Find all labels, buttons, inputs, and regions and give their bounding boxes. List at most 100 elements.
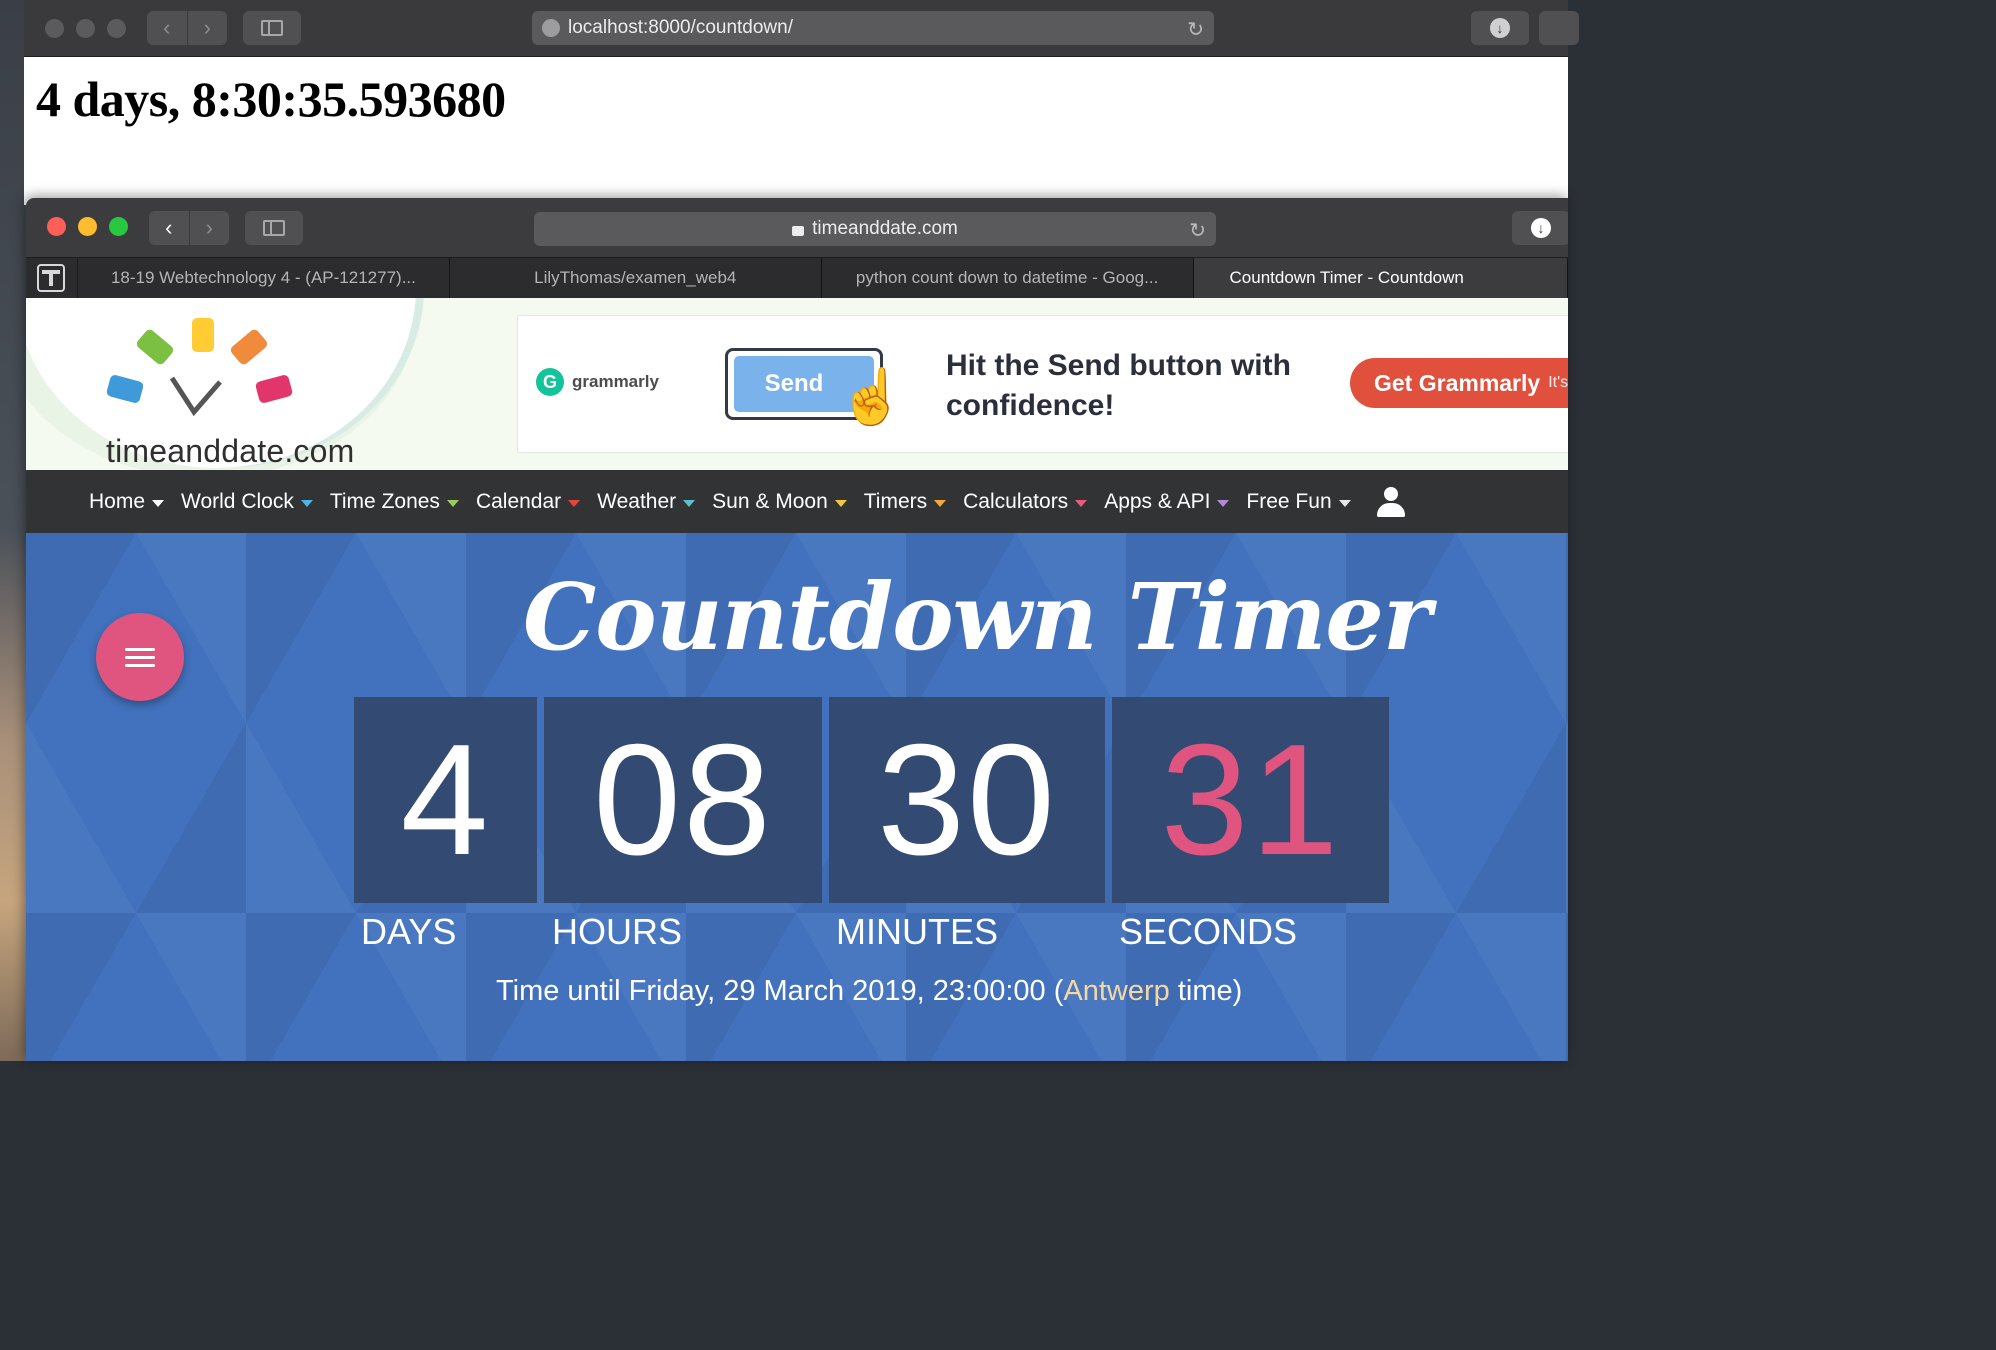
- ad-cta-label: Get Grammarly: [1374, 369, 1541, 396]
- sidebar-toggle-button[interactable]: [243, 11, 301, 45]
- logo-tile-green: [134, 327, 176, 367]
- user-account-icon[interactable]: [1376, 486, 1406, 517]
- nav-weather[interactable]: Weather: [597, 490, 696, 514]
- forward-arrow-icon[interactable]: ›: [188, 211, 230, 245]
- nav-calendar[interactable]: Calendar: [476, 490, 581, 514]
- tab-webtechnology[interactable]: 18-19 Webtechnology 4 - (AP-121277)...: [78, 258, 450, 298]
- nav-label: Free Fun: [1246, 489, 1332, 513]
- hours-counter: 08: [544, 697, 822, 903]
- hamburger-icon-line: [125, 655, 155, 659]
- logo-tile-orange: [228, 327, 270, 367]
- until-suffix: time): [1169, 975, 1243, 1007]
- chevron-down-icon: [683, 499, 696, 507]
- back-forward-buttons: ‹ ›: [147, 11, 227, 45]
- chevron-down-icon: [1075, 499, 1088, 507]
- tab-google-search[interactable]: python count down to datetime - Goog...: [822, 258, 1194, 298]
- ad-cta-suffix: It's: [1548, 374, 1568, 391]
- minutes-counter: 30: [829, 697, 1105, 903]
- back-arrow-icon[interactable]: ‹: [147, 11, 187, 45]
- nav-label: Apps & API: [1104, 489, 1211, 513]
- nav-timers[interactable]: Timers: [863, 489, 947, 514]
- nav-label: Sun & Moon: [712, 489, 828, 513]
- back-browser-window: ‹ › localhost:8000/countdown/ ↻ ↓ 4 days…: [24, 0, 1579, 205]
- site-logo[interactable]: timeanddate.com: [86, 310, 406, 469]
- sidebar-icon: [263, 220, 285, 236]
- nav-calculators[interactable]: Calculators: [963, 490, 1088, 514]
- nav-time-zones[interactable]: Time Zones: [330, 490, 459, 514]
- tab-bar: 18-19 Webtechnology 4 - (AP-121277)... L…: [26, 257, 1568, 298]
- logo-tile-blue: [105, 373, 145, 405]
- close-icon[interactable]: [45, 19, 64, 38]
- download-icon: ↓: [1490, 18, 1510, 38]
- days-counter: 4: [354, 697, 537, 903]
- target-time-text: Time until Friday, 29 March 2019, 23:00:…: [496, 975, 1242, 1008]
- chevron-down-icon: [834, 499, 847, 507]
- address-bar[interactable]: timeanddate.com ↻: [534, 212, 1216, 246]
- reload-icon[interactable]: ↻: [1187, 17, 1204, 42]
- menu-fab-button[interactable]: [96, 613, 184, 701]
- main-nav: Home World Clock Time Zones Calendar Wea…: [26, 470, 1568, 533]
- tab-countdown-timer[interactable]: Countdown Timer - Countdown: [1193, 258, 1568, 298]
- chevron-down-icon: [568, 499, 581, 507]
- back-window-toolbar: ‹ › localhost:8000/countdown/ ↻ ↓: [24, 0, 1579, 57]
- downloads-button[interactable]: ↓: [1512, 211, 1568, 245]
- tab-github-repo[interactable]: LilyThomas/examen_web4: [450, 258, 822, 298]
- zoom-icon[interactable]: [109, 217, 128, 236]
- hamburger-icon-line: [125, 647, 155, 651]
- chevron-down-icon: [152, 499, 165, 507]
- share-button[interactable]: [1539, 11, 1579, 45]
- countdown-output: 4 days, 8:30:35.593680: [36, 71, 506, 127]
- forward-arrow-icon[interactable]: ›: [186, 11, 228, 45]
- grammarly-logo: G grammarly: [536, 368, 659, 396]
- pinned-site-icon: [37, 264, 66, 292]
- nav-sun-moon[interactable]: Sun & Moon: [712, 490, 847, 514]
- chevron-down-icon: [300, 499, 313, 507]
- address-bar[interactable]: localhost:8000/countdown/ ↻: [532, 11, 1214, 45]
- reload-icon[interactable]: ↻: [1189, 218, 1206, 243]
- site-header: timeanddate.com G grammarly Send ☝ Hit t…: [26, 298, 1568, 470]
- nav-label: Timers: [863, 489, 928, 513]
- nav-free-fun[interactable]: Free Fun: [1246, 489, 1351, 514]
- nav-home[interactable]: Home: [89, 489, 165, 514]
- logo-text: timeanddate.com: [106, 433, 355, 469]
- back-forward-buttons: ‹ ›: [149, 211, 229, 245]
- chevron-down-icon: [934, 499, 947, 507]
- nav-label: World Clock: [181, 489, 294, 513]
- ad-cta-button[interactable]: Get Grammarly It's: [1350, 358, 1568, 408]
- grammarly-ad[interactable]: G grammarly Send ☝ Hit the Send button w…: [517, 315, 1568, 453]
- lock-icon: [792, 226, 805, 236]
- url-text: localhost:8000/countdown/: [568, 17, 793, 38]
- grammarly-brand: grammarly: [572, 372, 659, 391]
- back-arrow-icon[interactable]: ‹: [149, 211, 189, 245]
- nav-label: Home: [89, 489, 146, 513]
- minimize-icon[interactable]: [76, 19, 95, 38]
- grammarly-g-icon: G: [536, 368, 564, 396]
- front-window-toolbar: ‹ › timeanddate.com ↻ ↓: [26, 198, 1568, 257]
- minutes-label: MINUTES: [836, 911, 998, 952]
- pointer-hand-icon: ☝: [838, 367, 906, 427]
- chevron-down-icon: [1217, 499, 1230, 507]
- zoom-icon[interactable]: [107, 19, 126, 38]
- countdown-hero: Countdown Timer 4 08 30 31 DAYS HOURS MI…: [26, 533, 1568, 1061]
- downloads-button[interactable]: ↓: [1471, 11, 1529, 45]
- front-browser-window: ‹ › timeanddate.com ↻ ↓ 18-19 Webtechnol…: [26, 198, 1568, 1061]
- close-icon[interactable]: [47, 217, 66, 236]
- seconds-label: SECONDS: [1119, 911, 1298, 952]
- download-icon: ↓: [1531, 218, 1551, 238]
- until-prefix: Time until Friday, 29 March 2019, 23:00:…: [496, 975, 1064, 1007]
- nav-apps-api[interactable]: Apps & API: [1104, 489, 1230, 514]
- logo-tile-yellow: [192, 318, 214, 352]
- url-text: timeanddate.com: [812, 218, 958, 239]
- days-label: DAYS: [361, 911, 457, 952]
- pinned-tab[interactable]: [26, 258, 78, 298]
- desktop-background: [0, 0, 26, 1061]
- nav-world-clock[interactable]: World Clock: [181, 490, 313, 514]
- globe-icon: [542, 19, 560, 37]
- minimize-icon[interactable]: [78, 217, 97, 236]
- location-link[interactable]: Antwerp: [1063, 975, 1169, 1007]
- sidebar-icon: [261, 20, 283, 36]
- sidebar-toggle-button[interactable]: [245, 211, 303, 245]
- hours-label: HOURS: [552, 911, 683, 952]
- page-title: Countdown Timer: [523, 563, 1431, 671]
- hamburger-icon-line: [125, 663, 155, 667]
